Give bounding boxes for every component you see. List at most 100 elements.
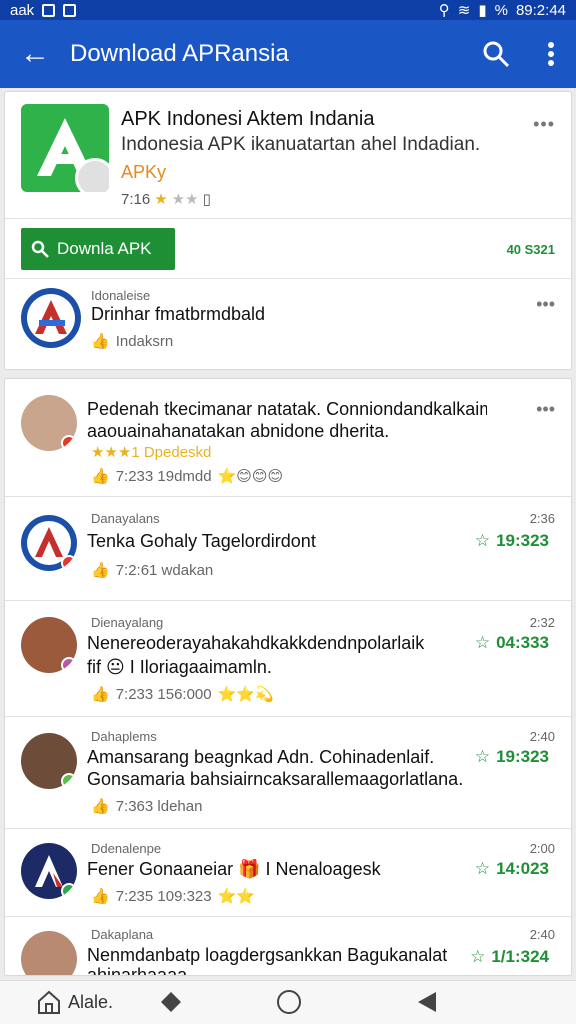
review-title: Nenereoderayahakahdkakkdendnpolarlaik [87, 633, 425, 653]
app-notification-icon [63, 3, 77, 17]
review-meta: 👍 7:235 109:323 ⭐⭐ [91, 887, 255, 906]
status-text: aak [10, 1, 35, 19]
thumbs-up-icon[interactable]: 👍 [91, 561, 110, 579]
review-text-line2: fif 😐 I Iloriagaaimamln. [87, 657, 272, 677]
avatar [21, 843, 77, 899]
search-icon [31, 240, 49, 258]
star-outline-icon: ☆ [474, 859, 491, 878]
app-logo [21, 104, 109, 192]
search-button[interactable] [466, 20, 526, 88]
thumbs-up-icon: 👍 [91, 333, 110, 350]
related-like[interactable]: 👍 Indaksrn [91, 332, 174, 351]
back-arrow-icon: ← [20, 37, 50, 70]
review-item[interactable]: Pedenah tkecimanar natatak. Conniondandk… [5, 379, 571, 497]
reviews-list: Pedenah tkecimanar natatak. Conniondandk… [4, 378, 572, 976]
status-left: aak [10, 1, 77, 19]
thumbs-up-icon[interactable]: 👍 [91, 887, 110, 905]
review-rating-text: ★★★1 Dpedeskd [91, 444, 212, 461]
review-meta: 👍 7:2:61 wdakan [91, 561, 213, 580]
related-title[interactable]: Drinhar fmatbrmdbald [91, 304, 265, 325]
star-outline-icon: ☆ [470, 947, 486, 966]
badge-icon [75, 158, 109, 192]
diamond-icon [161, 992, 181, 1012]
thumbs-up-icon[interactable]: 👍 [91, 797, 110, 815]
nav-back[interactable] [416, 990, 438, 1014]
review-title: Tenka Gohaly Tagelordirdont [87, 531, 316, 551]
app-details-card: APK Indonesi Aktem Indania Indonesia APK… [4, 91, 572, 370]
review-time: 2:32 [529, 615, 555, 630]
more-vert-icon [548, 42, 554, 66]
status-badge [61, 555, 77, 571]
review-time: 2:36 [529, 511, 555, 526]
review-score-value: 19:323 [496, 747, 549, 766]
review-item[interactable]: Ddenalenpe Fener Gonaaneiar 🎁 I Nenaloag… [5, 829, 571, 917]
nav-home-circle[interactable] [276, 989, 302, 1015]
star-outline-icon: ☆ [474, 747, 491, 766]
avatar [21, 617, 77, 673]
status-bar: aak ⚲ ≋ ▮ % 89:2:44 [0, 0, 576, 20]
overflow-menu-button[interactable] [526, 20, 576, 88]
nav-home[interactable]: Alale. [36, 989, 113, 1015]
reaction-emoji-icon: ⭐⭐💫 [217, 686, 274, 703]
back-button[interactable]: ← [0, 20, 70, 88]
review-text: Pedenah tkecimanar natatak. Conniondandk… [87, 399, 487, 419]
download-label: Downla APK [57, 239, 152, 258]
search-icon [483, 41, 510, 68]
reaction-emoji-icon: ⭐⭐ [217, 888, 255, 905]
review-score-value: 04:333 [496, 633, 549, 652]
related-menu-button[interactable]: ••• [536, 294, 555, 315]
related-like-label: Indaksrn [115, 332, 174, 350]
thumbs-up-icon[interactable]: 👍 [91, 467, 110, 485]
review-title: Nenmdanbatp loagdergsankkan Bagukanalat [87, 945, 448, 965]
card-menu-button[interactable]: ••• [533, 114, 555, 135]
review-score: ☆ 14:023 [475, 859, 549, 879]
review-score: ☆ 1/1:324 [470, 947, 549, 967]
divider [5, 218, 571, 219]
review-score: ☆ 19:323 [475, 747, 549, 767]
review-item[interactable]: Dienayalang Nenereoderayahakahdkakkdendn… [5, 601, 571, 717]
signal-icon: ▮ [478, 2, 487, 19]
status-badge [61, 435, 77, 451]
review-menu-button[interactable]: ••• [536, 399, 555, 420]
app-meta: 7:16 ★ ★★ ▯ [121, 190, 211, 209]
status-badge [61, 773, 77, 789]
review-item[interactable]: Dahaplems Amansarang beagnkad Adn. Cohin… [5, 717, 571, 829]
circle-home-icon [277, 990, 301, 1014]
status-time: 89:2:44 [515, 1, 566, 19]
home-icon [38, 990, 60, 1014]
review-text-line2: Gonsamaria bahsiairncaksarallemaagorlatl… [87, 769, 464, 789]
nav-diamond[interactable] [160, 991, 182, 1013]
related-app-logo[interactable] [21, 288, 81, 348]
divider [5, 278, 571, 279]
review-meta-text: 7:235 109:323 [115, 887, 212, 905]
thumbs-up-icon[interactable]: 👍 [91, 685, 110, 703]
review-score-value: 1/1:324 [491, 947, 549, 966]
review-meta: 👍 7:233 19dmdd ⭐😊😊😊 [91, 467, 283, 486]
review-score-value: 19:323 [496, 531, 549, 550]
review-meta-text: 7:233 19dmdd [115, 467, 212, 485]
related-tag: Idonaleise [91, 288, 151, 303]
download-button[interactable]: Downla APK [21, 228, 175, 270]
status-right: ⚲ ≋ ▮ % 89:2:44 [438, 1, 566, 20]
review-title: Amansarang beagnkad Adn. Cohinadenlaif. [87, 747, 435, 767]
review-title: Fener Gonaaneiar 🎁 I Nenaloagesk [87, 859, 381, 879]
review-tag: Ddenalenpe [91, 841, 162, 856]
app-meta-text: 7:16 [121, 190, 151, 208]
page-title: Download APRansia [70, 40, 289, 67]
wifi-icon: ≋ [457, 2, 471, 19]
review-item[interactable]: Danayalans Tenka Gohaly Tagelordirdont 👍… [5, 497, 571, 601]
app-description: Indonesia APK ikanuatartan ahel Indadian… [121, 134, 481, 155]
review-score: ☆ 04:333 [475, 633, 549, 653]
review-time: 2:00 [529, 841, 555, 856]
app-developer[interactable]: APKy [121, 162, 166, 183]
battery-icon: % [494, 1, 508, 19]
review-item[interactable]: Dakaplana Nenmdanbatp loagdergsankkan Ba… [5, 917, 571, 975]
nav-home-label: Alale. [68, 991, 114, 1012]
image-notification-icon [42, 3, 56, 17]
rating-stars-icon: ★ [154, 191, 168, 208]
a-logo-icon [27, 294, 75, 342]
location-icon: ⚲ [438, 2, 450, 19]
avatar [21, 515, 77, 571]
review-score: ☆ 19:323 [475, 531, 549, 551]
review-text-line2: aaouainahanatakan abnidone dherita. [87, 421, 390, 441]
